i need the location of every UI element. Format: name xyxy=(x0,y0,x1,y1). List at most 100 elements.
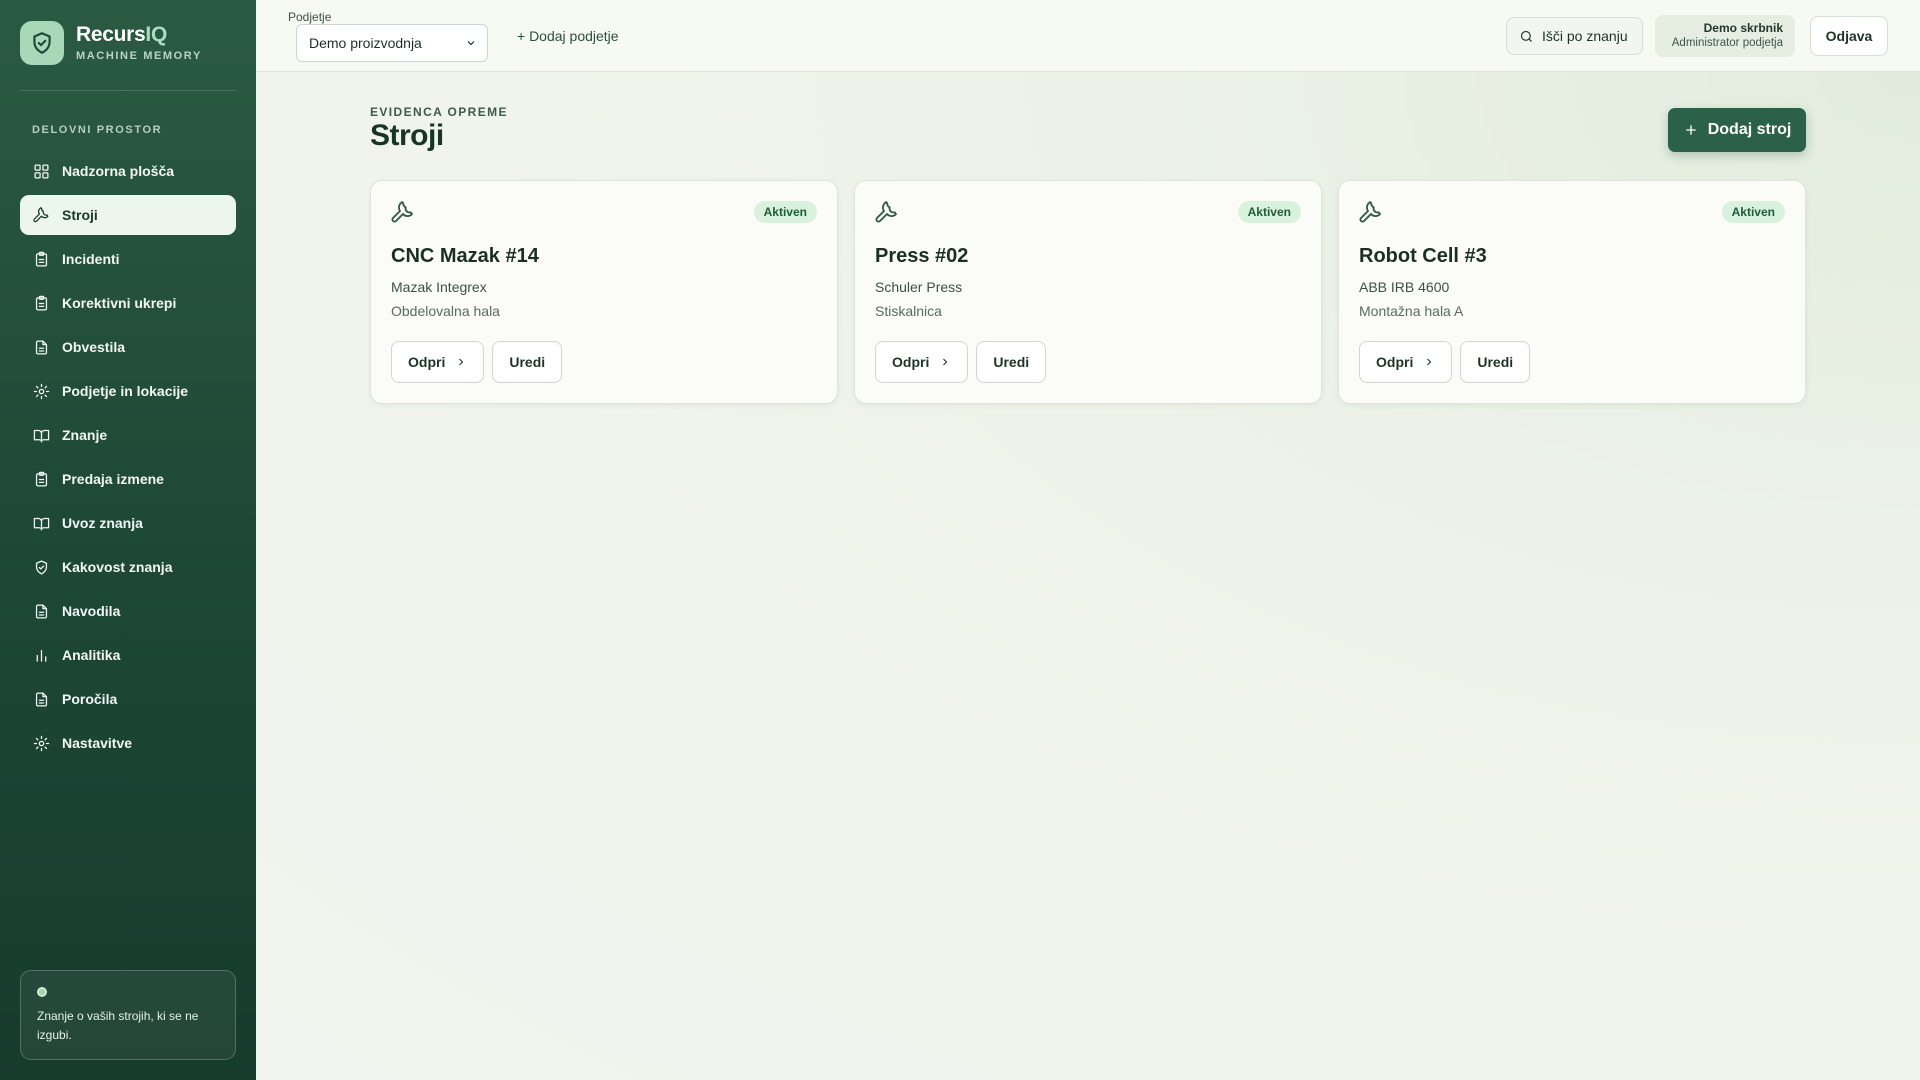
sidebar-item-kakovost-znanja[interactable]: Kakovost znanja xyxy=(20,547,236,587)
page-eyebrow: EVIDENCA OPREME xyxy=(370,105,508,119)
page-title: Stroji xyxy=(370,119,444,152)
sidebar-item-analitika[interactable]: Analitika xyxy=(20,635,236,675)
card-actions: Odpri Uredi xyxy=(875,341,1047,383)
sidebar-item-label: Analitika xyxy=(62,647,121,663)
company-select-value: Demo proizvodnja xyxy=(309,35,422,51)
sidebar-item-stroji[interactable]: Stroji xyxy=(20,195,236,235)
plus-icon xyxy=(1686,125,1696,135)
clipboard-icon xyxy=(32,294,50,312)
brand-divider xyxy=(20,90,236,91)
sidebar-item-porocila[interactable]: Poročila xyxy=(20,679,236,719)
open-button[interactable]: Odpri xyxy=(391,341,485,383)
status-badge: Aktiven xyxy=(1237,201,1301,223)
shield-icon xyxy=(32,558,50,576)
machine-location: Montažna hala A xyxy=(1359,303,1464,319)
sidebar-item-nadzorna-plosca[interactable]: Nadzorna plošča xyxy=(20,151,236,191)
sidebar-item-label: Stroji xyxy=(62,207,98,223)
machine-location: Stiskalnica xyxy=(875,303,942,319)
user-info: Demo skrbnik Administrator podjetja xyxy=(1655,15,1795,57)
main-content: EVIDENCA OPREME Stroji Dodaj stroj Aktiv… xyxy=(256,72,1920,1080)
company-select[interactable]: Demo proizvodnja xyxy=(296,24,488,62)
edit-button[interactable]: Uredi xyxy=(492,341,563,383)
chevron-right-icon xyxy=(943,358,948,366)
sidebar-item-label: Korektivni ukrepi xyxy=(62,295,177,311)
sidebar-item-incidenti[interactable]: Incidenti xyxy=(20,239,236,279)
sidebar-item-label: Podjetje in lokacije xyxy=(62,383,189,399)
sidebar-item-korektivni-ukrepi[interactable]: Korektivni ukrepi xyxy=(20,283,236,323)
wrench-icon xyxy=(32,206,50,224)
status-dot xyxy=(37,987,47,997)
shield-logo-icon xyxy=(20,21,64,65)
book-icon xyxy=(32,514,50,532)
sidebar-item-predaja-izmene[interactable]: Predaja izmene xyxy=(20,459,236,499)
sidebar-item-podjetje-in-lokacije[interactable]: Podjetje in lokacije xyxy=(20,371,236,411)
machine-name: Press #02 xyxy=(875,245,969,267)
sidebar-item-navodila[interactable]: Navodila xyxy=(20,591,236,631)
document-icon xyxy=(32,602,50,620)
sidebar-item-label: Poročila xyxy=(62,691,118,707)
open-label: Odpri xyxy=(408,354,446,370)
card-actions: Odpri Uredi xyxy=(391,341,563,383)
open-button[interactable]: Odpri xyxy=(875,341,969,383)
sidebar-item-obvestila[interactable]: Obvestila xyxy=(20,327,236,367)
document-icon xyxy=(32,690,50,708)
user-name: Demo skrbnik xyxy=(1703,21,1783,35)
dashboard-icon xyxy=(32,162,50,180)
add-machine-button[interactable]: Dodaj stroj xyxy=(1668,108,1806,152)
brand-name-main: Recurs xyxy=(76,23,146,46)
sidebar-item-label: Nastavitve xyxy=(62,735,133,751)
brand-name-accent: IQ xyxy=(145,23,167,46)
card-actions: Odpri Uredi xyxy=(1359,341,1531,383)
gear-icon xyxy=(32,382,50,400)
topbar: Podjetje Demo proizvodnja + Dodaj podjet… xyxy=(256,0,1920,72)
search-label: Išči po znanju xyxy=(1542,28,1628,44)
machine-card: Aktiven Robot Cell #3 ABB IRB 4600 Monta… xyxy=(1338,180,1806,404)
user-role: Administrator podjetja xyxy=(1671,37,1783,49)
logout-button[interactable]: Odjava xyxy=(1810,16,1888,56)
status-badge: Aktiven xyxy=(753,201,817,223)
chevron-down-icon xyxy=(467,41,475,46)
sidebar-item-label: Predaja izmene xyxy=(62,471,164,487)
sidebar-note: Znanje o vaših strojih, ki se ne izgubi. xyxy=(20,970,236,1060)
add-machine-label: Dodaj stroj xyxy=(1707,121,1792,138)
machine-model: Mazak Integrex xyxy=(391,279,487,295)
brand-name: RecursIQ xyxy=(76,24,202,46)
sidebar-item-uvoz-znanja[interactable]: Uvoz znanja xyxy=(20,503,236,543)
sidebar-item-label: Uvoz znanja xyxy=(62,515,143,531)
sidebar: RecursIQ MACHINE MEMORY DELOVNI PROSTOR … xyxy=(0,0,256,1080)
sidebar-item-znanje[interactable]: Znanje xyxy=(20,415,236,455)
machine-cards: Aktiven CNC Mazak #14 Mazak Integrex Obd… xyxy=(370,180,1806,404)
brand[interactable]: RecursIQ MACHINE MEMORY xyxy=(20,21,202,65)
sidebar-item-label: Incidenti xyxy=(62,251,120,267)
machine-card: Aktiven Press #02 Schuler Press Stiskaln… xyxy=(854,180,1322,404)
chevron-right-icon xyxy=(1427,358,1432,366)
sidebar-item-label: Navodila xyxy=(62,603,121,619)
edit-button[interactable]: Uredi xyxy=(1460,341,1531,383)
open-button[interactable]: Odpri xyxy=(1359,341,1453,383)
machine-location: Obdelovalna hala xyxy=(391,303,500,319)
wrench-icon xyxy=(875,201,899,225)
status-badge: Aktiven xyxy=(1721,201,1785,223)
open-label: Odpri xyxy=(1376,354,1414,370)
bar-chart-icon xyxy=(32,646,50,664)
machine-name: CNC Mazak #14 xyxy=(391,245,539,267)
book-icon xyxy=(32,426,50,444)
sidebar-item-label: Znanje xyxy=(62,427,108,443)
chevron-right-icon xyxy=(459,358,464,366)
nav-heading: DELOVNI PROSTOR xyxy=(32,124,163,136)
clipboard-icon xyxy=(32,470,50,488)
add-company-link[interactable]: + Dodaj podjetje xyxy=(517,28,619,44)
sidebar-item-label: Obvestila xyxy=(62,339,126,355)
sidebar-item-label: Kakovost znanja xyxy=(62,559,173,575)
search-knowledge-button[interactable]: Išči po znanju xyxy=(1506,17,1643,55)
document-icon xyxy=(32,338,50,356)
edit-button[interactable]: Uredi xyxy=(976,341,1047,383)
open-label: Odpri xyxy=(892,354,930,370)
machine-model: ABB IRB 4600 xyxy=(1359,279,1450,295)
sidebar-item-nastavitve[interactable]: Nastavitve xyxy=(20,723,236,763)
machine-model: Schuler Press xyxy=(875,279,963,295)
clipboard-icon xyxy=(32,250,50,268)
sidebar-item-label: Nadzorna plošča xyxy=(62,163,175,179)
sidebar-nav: Nadzorna plošča Stroji Incidenti Korekti… xyxy=(20,151,236,767)
brand-tagline: MACHINE MEMORY xyxy=(76,50,202,62)
